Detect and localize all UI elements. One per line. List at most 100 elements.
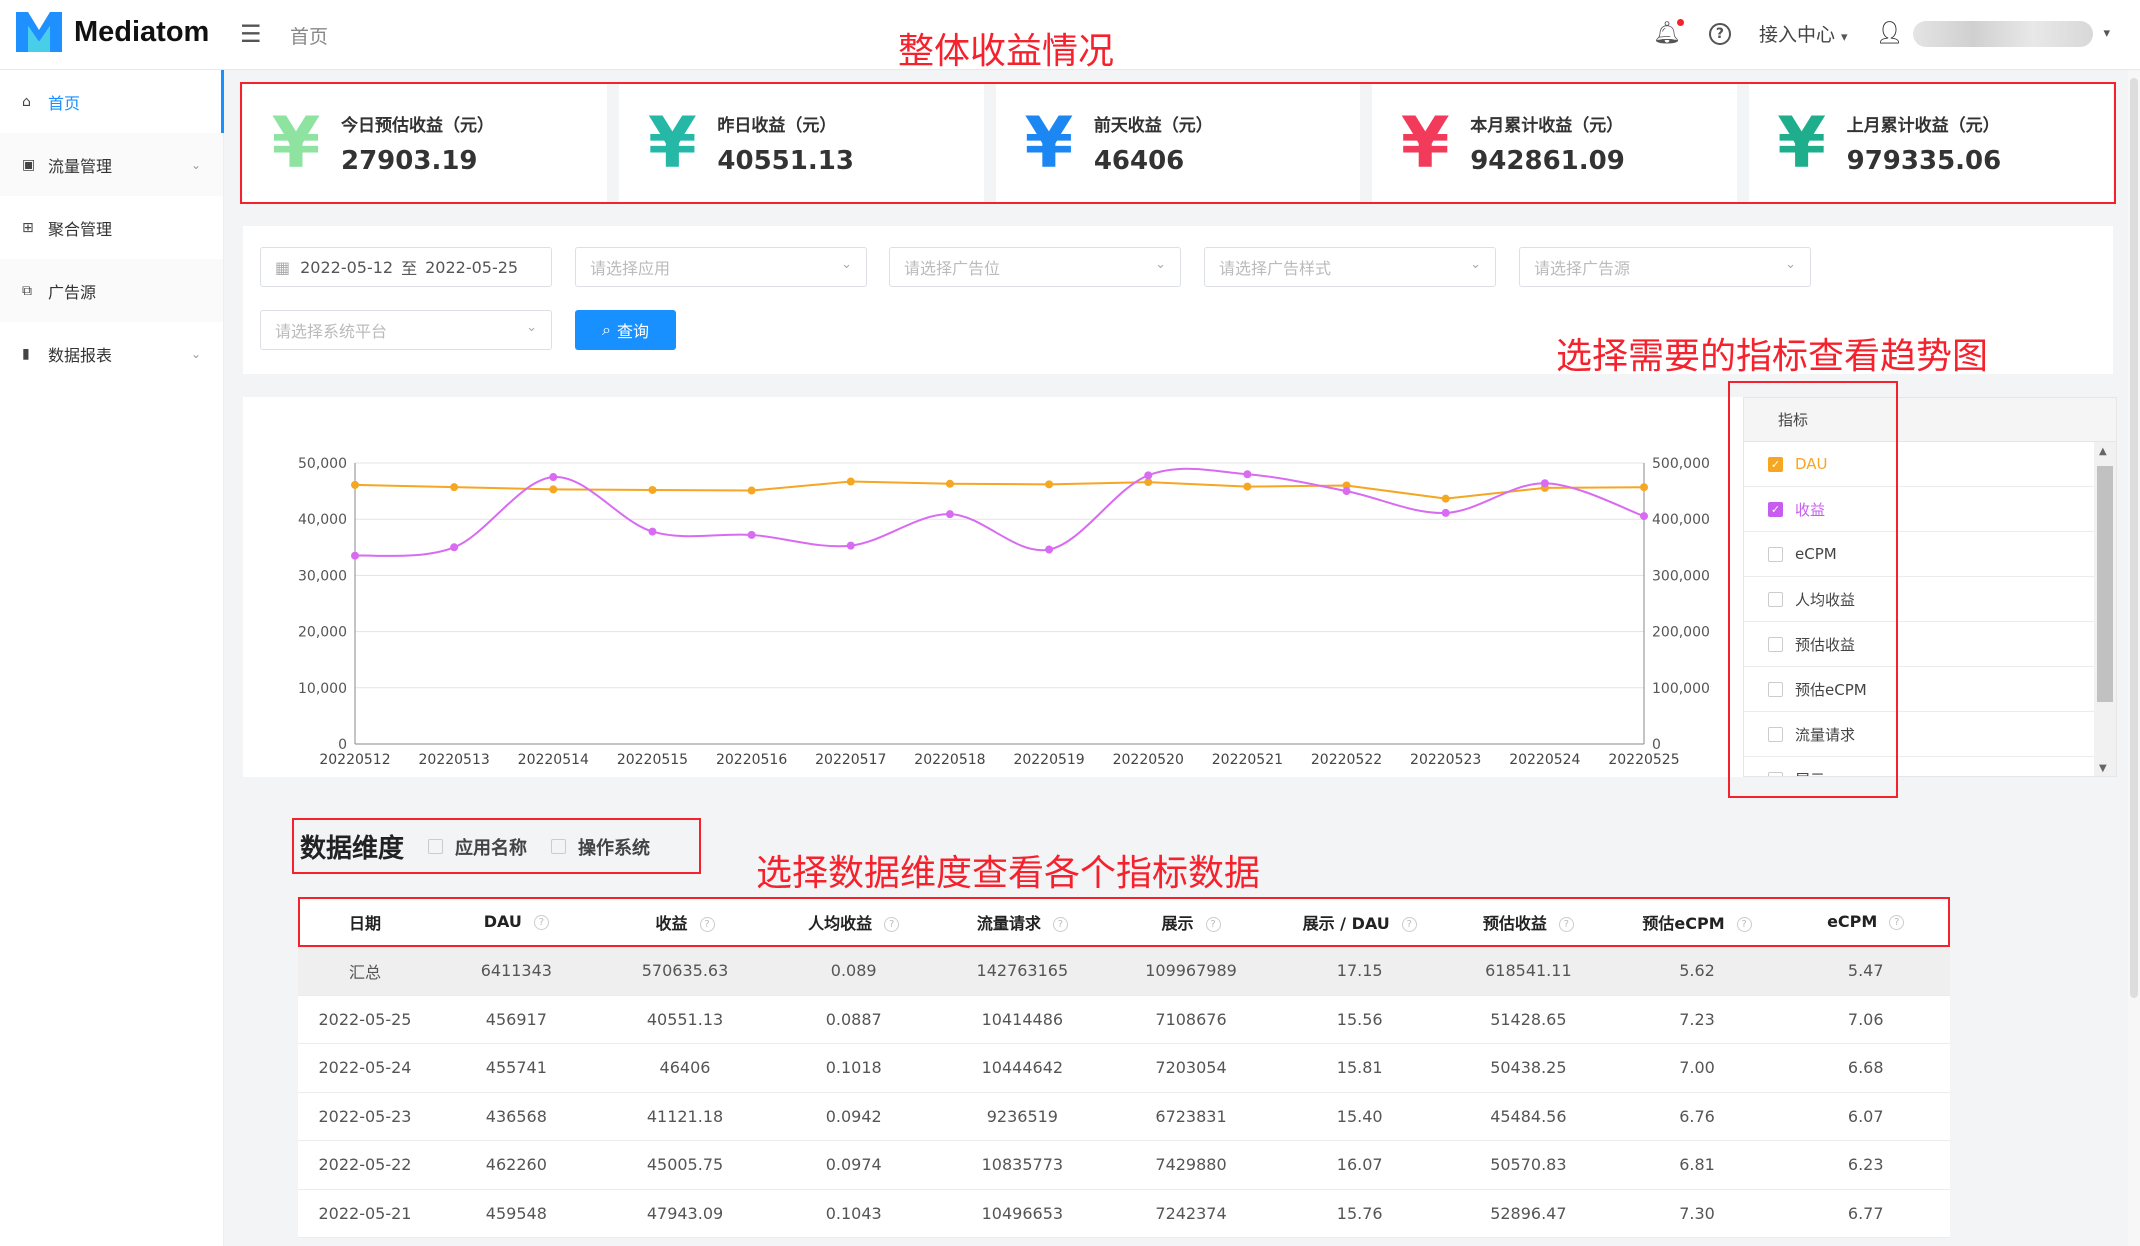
table-cell: 10496653 <box>981 1203 1064 1223</box>
scroll-thumb[interactable] <box>2097 466 2113 702</box>
access-center-label: 接入中心 <box>1758 24 1835 46</box>
table-cell: 462260 <box>485 1155 547 1175</box>
y-tick-label-left: 40,000 <box>298 512 347 528</box>
chevron-down-icon: ⌄ <box>1785 257 1796 272</box>
sidebar-item-label: 首页 <box>48 93 81 113</box>
caret-down-icon: ▾ <box>2103 26 2110 41</box>
breadcrumb[interactable]: 首页 <box>290 22 328 49</box>
table-cell: 2022-05-25 <box>318 1009 412 1029</box>
caret-down-icon: ▾ <box>1841 30 1848 45</box>
ad-slot-select[interactable]: 请选择广告位 ⌄ <box>889 247 1181 287</box>
logo[interactable]: Mediatom <box>16 12 209 52</box>
ad-style-select[interactable]: 请选择广告样式 ⌄ <box>1204 247 1496 287</box>
table-cell: 0.0974 <box>825 1155 882 1175</box>
sidebar-item-traffic[interactable]: ▣ 流量管理 ⌄ <box>0 133 223 196</box>
access-center-menu[interactable]: 接入中心 ▾ <box>1759 20 1848 47</box>
table-cell: 455741 <box>485 1058 547 1078</box>
x-tick-label: 20220520 <box>1113 752 1184 768</box>
sidebar-item-home[interactable]: ⌂ 首页 <box>0 70 224 133</box>
table-cell: 15.56 <box>1336 1009 1383 1029</box>
table-cell: 7242374 <box>1155 1203 1227 1223</box>
aggregate-icon: ⊞ <box>22 219 34 236</box>
query-button-label: 查询 <box>616 322 649 341</box>
help-icon[interactable]: ? <box>1708 22 1731 45</box>
ad-slot-placeholder: 请选择广告位 <box>904 259 1001 278</box>
table-cell: 47943.09 <box>646 1203 724 1223</box>
table-cell: 6.81 <box>1679 1155 1715 1175</box>
trend-chart: 0 0 10,000 100,000 20,000 200,000 30,000 300,00… <box>298 456 1710 768</box>
user-menu[interactable]: 👤︎ ▾ <box>1876 20 2110 47</box>
table-cell: 10835773 <box>981 1155 1064 1175</box>
table-cell: 618541.11 <box>1485 961 1572 981</box>
table-cell: 50570.83 <box>1490 1155 1567 1175</box>
table-row: 2022-05-22 462260 45005.75 0.0974 10835773 74… <box>298 1141 1950 1190</box>
sidebar-item-reports[interactable]: ▮ 数据报表 ⌄ <box>0 322 223 385</box>
table-cell: 0.0887 <box>825 1009 882 1029</box>
data-point <box>450 543 459 552</box>
ad-source-icon: ⧉ <box>22 282 32 299</box>
table-cell: 0.1043 <box>825 1203 882 1223</box>
scroll-up-icon[interactable]: ▲ <box>2099 446 2107 457</box>
ad-style-placeholder: 请选择广告样式 <box>1219 259 1332 278</box>
data-point <box>1640 483 1648 492</box>
annotation-box-dimension <box>292 818 701 874</box>
table-cell: 6.07 <box>1847 1106 1884 1126</box>
sidebar-item-label: 广告源 <box>48 282 97 302</box>
table-cell: 15.81 <box>1336 1058 1383 1078</box>
chevron-down-icon: ⌄ <box>1155 257 1166 272</box>
ad-source-placeholder: 请选择广告源 <box>1534 259 1631 278</box>
table-cell: 6.77 <box>1847 1203 1884 1223</box>
data-point <box>1441 494 1450 503</box>
table-cell: 45484.56 <box>1490 1106 1567 1126</box>
table-cell: 7.23 <box>1679 1009 1715 1029</box>
scroll-down-icon[interactable]: ▼ <box>2099 763 2107 774</box>
home-icon: ⌂ <box>22 93 31 110</box>
page-scrollbar[interactable] <box>2128 70 2140 1246</box>
calendar-icon: ▦ <box>275 257 291 277</box>
data-point <box>1243 470 1252 479</box>
table-cell: 41121.18 <box>646 1106 724 1126</box>
date-range-picker[interactable]: ▦ 2022-05-12 至 2022-05-25 <box>260 247 552 287</box>
annotation-select-dimension: 选择数据维度查看各个指标数据 <box>756 853 1261 894</box>
data-point <box>846 477 855 486</box>
table-cell: 52896.47 <box>1490 1203 1567 1223</box>
username-blurred <box>1913 20 2094 47</box>
sidebar-item-aggregate[interactable]: ⊞ 聚合管理 <box>0 196 223 259</box>
table-cell: 6411343 <box>480 961 552 981</box>
table-cell: 2022-05-23 <box>318 1106 412 1126</box>
summary-row: 汇总 6411343 570635.63 0.089 142763165 10996798… <box>298 947 1950 996</box>
data-point <box>549 473 558 482</box>
x-tick-label: 20220523 <box>1410 752 1481 768</box>
menu-toggle-icon[interactable]: ☰ <box>240 20 262 48</box>
notification-dot <box>1676 19 1684 26</box>
page-scroll-thumb[interactable] <box>2130 78 2138 998</box>
annotation-overall: 整体收益情况 <box>898 31 1115 72</box>
sidebar-item-ad-source[interactable]: ⧉ 广告源 <box>0 259 223 322</box>
table-cell: 17.15 <box>1336 961 1383 981</box>
annotation-box-table-header <box>298 897 1950 947</box>
ad-source-select[interactable]: 请选择广告源 ⌄ <box>1519 247 1811 287</box>
data-point <box>351 480 359 489</box>
platform-select[interactable]: 请选择系统平台 ⌄ <box>260 310 552 350</box>
data-point <box>1045 545 1054 554</box>
table-cell: 7.06 <box>1847 1009 1884 1029</box>
table-cell: 6723831 <box>1155 1106 1227 1126</box>
x-tick-label: 20220521 <box>1212 752 1283 768</box>
metrics-scrollbar[interactable]: ▲ ▼ <box>2094 442 2116 776</box>
table-row: 2022-05-21 459548 47943.09 0.1043 10496653 72… <box>298 1190 1950 1238</box>
report-icon: ▮ <box>22 345 30 362</box>
x-tick-label: 20220518 <box>914 752 985 768</box>
date-start: 2022-05-12 <box>300 257 394 277</box>
data-point <box>648 485 657 494</box>
query-button[interactable]: ⌕ 查询 <box>575 310 676 350</box>
chevron-down-icon: ⌄ <box>526 320 537 335</box>
app-select-placeholder: 请选择应用 <box>590 259 671 278</box>
date-end: 2022-05-25 <box>425 257 519 277</box>
bell-icon[interactable]: 🔔︎ <box>1653 19 1684 46</box>
y-tick-label-left: 10,000 <box>298 681 347 697</box>
table-cell: 10444642 <box>981 1058 1064 1078</box>
app-select[interactable]: 请选择应用 ⌄ <box>575 247 867 287</box>
search-icon: ⌕ <box>602 320 611 339</box>
data-point <box>1342 487 1351 496</box>
table-cell: 5.62 <box>1679 961 1715 981</box>
